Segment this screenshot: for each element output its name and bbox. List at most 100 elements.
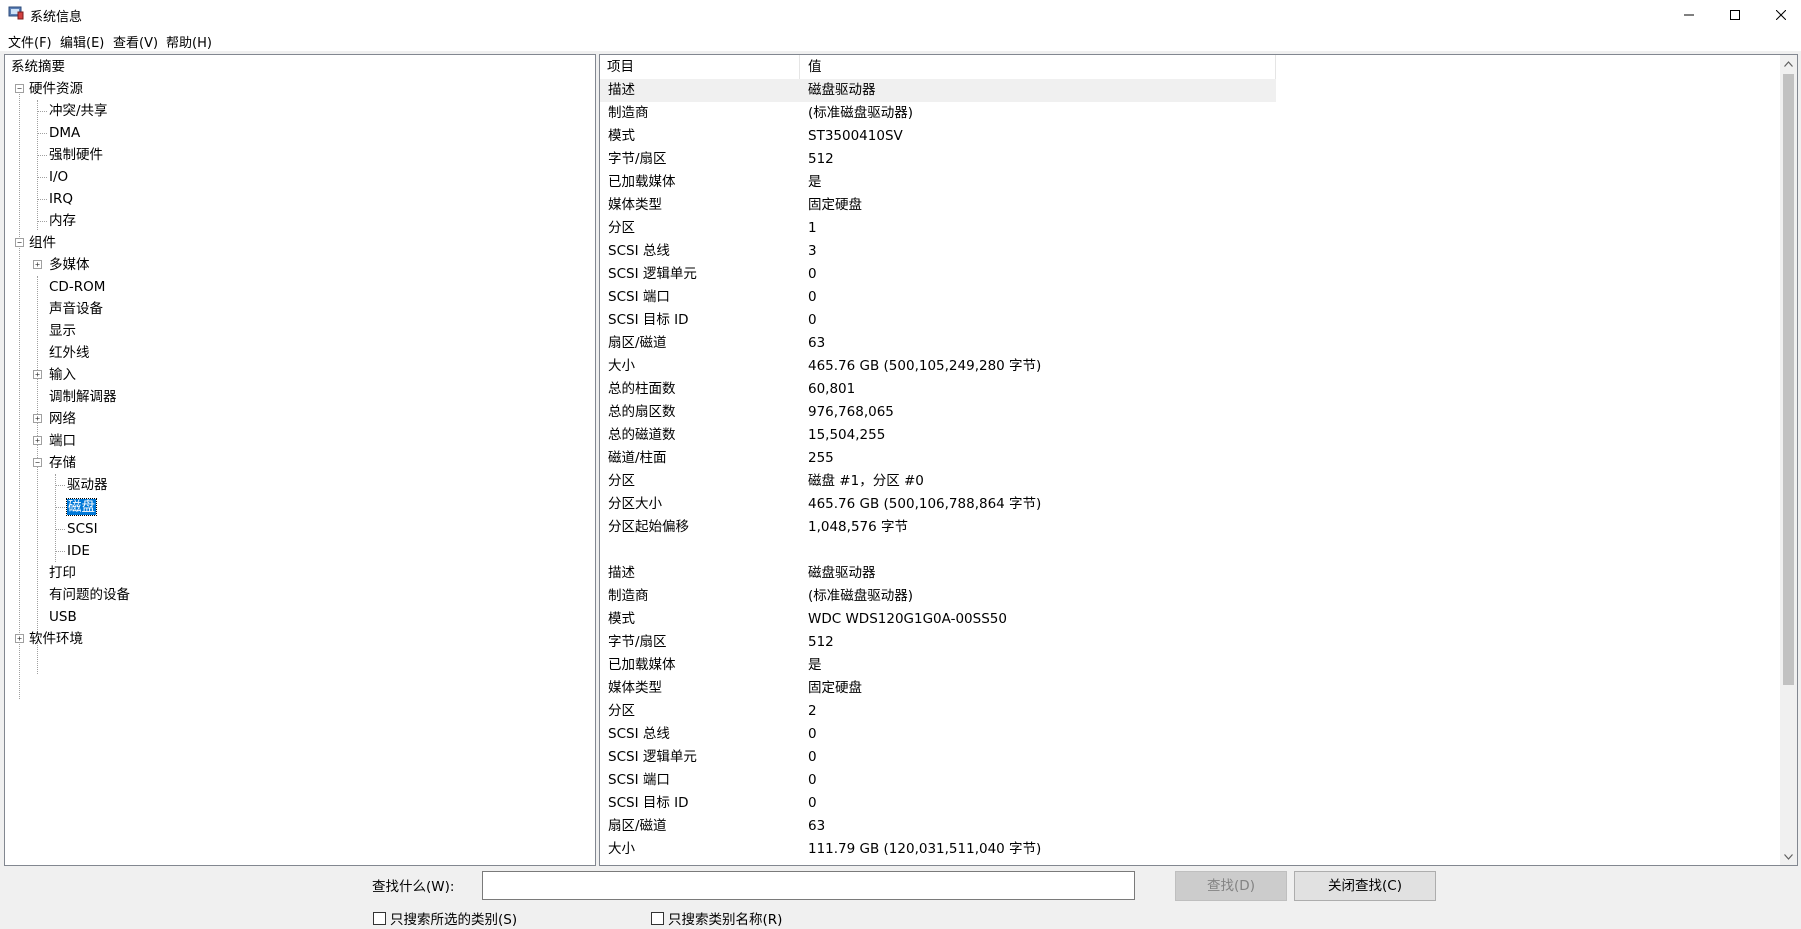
- menu-edit[interactable]: 编辑(E): [60, 32, 104, 51]
- table-row[interactable]: 字节/扇区 512: [600, 631, 1276, 654]
- vertical-scrollbar[interactable]: [1780, 55, 1797, 865]
- table-row[interactable]: 分区 磁盘 #1，分区 #0: [600, 470, 1276, 493]
- table-row[interactable]: SCSI 端口 0: [600, 286, 1276, 309]
- tree-item-display[interactable]: 显示: [49, 321, 76, 341]
- table-row[interactable]: SCSI 逻辑单元 0: [600, 263, 1276, 286]
- table-row[interactable]: 分区大小 465.76 GB (500,106,788,864 字节): [600, 493, 1276, 516]
- collapse-icon[interactable]: −: [15, 238, 24, 247]
- tree-item-summary[interactable]: 系统摘要: [11, 57, 65, 77]
- table-row[interactable]: SCSI 目标 ID 0: [600, 309, 1276, 332]
- close-find-button[interactable]: 关闭查找(C): [1294, 871, 1436, 901]
- table-row[interactable]: 分区 1: [600, 217, 1276, 240]
- collapse-icon[interactable]: −: [15, 84, 24, 93]
- find-button[interactable]: 查找(D): [1175, 871, 1287, 901]
- tree-item-modem[interactable]: 调制解调器: [49, 387, 117, 407]
- table-row[interactable]: 已加载媒体 是: [600, 654, 1276, 677]
- table-row[interactable]: 模式 ST3500410SV: [600, 125, 1276, 148]
- tree-item-storage[interactable]: 存储: [49, 453, 76, 473]
- details-list[interactable]: 项目 值 描述 磁盘驱动器 制造商 (标准磁盘驱动器) 模式 ST3500410SV 字节/…: [599, 54, 1798, 866]
- expand-icon[interactable]: +: [33, 260, 42, 269]
- tree-item-ide[interactable]: IDE: [67, 541, 90, 561]
- tree-item-network[interactable]: 网络: [49, 409, 76, 429]
- collapse-icon[interactable]: −: [33, 458, 42, 467]
- table-row[interactable]: SCSI 端口 0: [600, 769, 1276, 792]
- tree-line: [37, 177, 47, 178]
- table-row[interactable]: 模式 WDC WDS120G1G0A-00SS50: [600, 608, 1276, 631]
- scroll-down-button[interactable]: [1780, 848, 1797, 865]
- table-row[interactable]: 描述 磁盘驱动器: [600, 79, 1276, 102]
- table-row[interactable]: 制造商 (标准磁盘驱动器): [600, 102, 1276, 125]
- table-row[interactable]: 分区起始偏移 1,048,576 字节: [600, 516, 1276, 539]
- tree-item-infrared[interactable]: 红外线: [49, 343, 90, 363]
- tree-line: [55, 485, 65, 486]
- tree-item-io[interactable]: I/O: [49, 167, 68, 187]
- table-row[interactable]: SCSI 逻辑单元 0: [600, 746, 1276, 769]
- row-value: (标准磁盘驱动器): [808, 105, 914, 121]
- category-tree[interactable]: 系统摘要 − 硬件资源 冲突/共享 DMA 强制硬件 I/O IRQ 内存 − …: [4, 54, 596, 866]
- checkbox-box[interactable]: [373, 911, 386, 925]
- tree-item-conflicts[interactable]: 冲突/共享: [49, 101, 108, 121]
- row-value: 512: [808, 634, 834, 650]
- tree-item-printing[interactable]: 打印: [49, 563, 76, 583]
- scroll-up-button[interactable]: [1780, 55, 1797, 72]
- expand-icon[interactable]: +: [33, 436, 42, 445]
- table-row[interactable]: 已加载媒体 是: [600, 171, 1276, 194]
- table-row[interactable]: 描述 磁盘驱动器: [600, 562, 1276, 585]
- tree-item-drives[interactable]: 驱动器: [67, 475, 108, 495]
- scrollbar-thumb[interactable]: [1783, 74, 1794, 685]
- tree-item-irq[interactable]: IRQ: [49, 189, 73, 209]
- menu-file[interactable]: 文件(F): [8, 32, 52, 51]
- menu-view[interactable]: 查看(V): [113, 32, 158, 51]
- table-row[interactable]: SCSI 总线 0: [600, 723, 1276, 746]
- tree-item-dma[interactable]: DMA: [49, 123, 80, 143]
- table-row[interactable]: 总的磁道数 15,504,255: [600, 424, 1276, 447]
- tree-item-sound[interactable]: 声音设备: [49, 299, 103, 319]
- table-row[interactable]: 大小 111.79 GB (120,031,511,040 字节): [600, 838, 1276, 861]
- checkbox-box[interactable]: [651, 911, 664, 925]
- table-row[interactable]: 总的扇区数 976,768,065: [600, 401, 1276, 424]
- tree-item-memory[interactable]: 内存: [49, 211, 76, 231]
- tree-item-scsi[interactable]: SCSI: [67, 519, 98, 539]
- table-row[interactable]: 字节/扇区 512: [600, 148, 1276, 171]
- minimize-button[interactable]: [1666, 0, 1712, 29]
- table-row[interactable]: 媒体类型 固定硬盘: [600, 677, 1276, 700]
- tree-item-cdrom[interactable]: CD-ROM: [49, 277, 105, 297]
- table-row[interactable]: SCSI 目标 ID 0: [600, 792, 1276, 815]
- tree-item-label: 存储: [49, 455, 76, 471]
- tree-item-usb[interactable]: USB: [49, 607, 77, 627]
- column-header-item[interactable]: 项目: [600, 55, 800, 79]
- expand-icon[interactable]: +: [33, 414, 42, 423]
- tree-item-label: 驱动器: [67, 477, 108, 493]
- tree-item-label: 软件环境: [29, 631, 83, 647]
- tree-item-software[interactable]: 软件环境: [29, 629, 83, 649]
- table-row[interactable]: 制造商 (标准磁盘驱动器): [600, 585, 1276, 608]
- search-selected-category-checkbox[interactable]: 只搜索所选的类别(S): [373, 908, 517, 928]
- tree-item-problem-devices[interactable]: 有问题的设备: [49, 585, 130, 605]
- table-row[interactable]: 分区 2: [600, 700, 1276, 723]
- table-row[interactable]: 大小 465.76 GB (500,105,249,280 字节): [600, 355, 1276, 378]
- menu-help[interactable]: 帮助(H): [166, 32, 212, 51]
- table-row[interactable]: 磁道/柱面 255: [600, 447, 1276, 470]
- table-row[interactable]: 总的柱面数 60,801: [600, 378, 1276, 401]
- tree-item-multimedia[interactable]: 多媒体: [49, 255, 90, 275]
- expand-icon[interactable]: +: [33, 370, 42, 379]
- expand-icon[interactable]: +: [15, 634, 24, 643]
- table-row[interactable]: [600, 539, 1276, 562]
- table-row[interactable]: SCSI 总线 3: [600, 240, 1276, 263]
- maximize-button[interactable]: [1712, 0, 1758, 29]
- tree-item-disks[interactable]: 磁盘: [66, 497, 97, 517]
- tree-item-forced-hardware[interactable]: 强制硬件: [49, 145, 103, 165]
- column-header-value[interactable]: 值: [801, 55, 1276, 79]
- table-row[interactable]: 扇区/磁道 63: [600, 815, 1276, 838]
- tree-item-input[interactable]: 输入: [49, 365, 76, 385]
- tree-item-components[interactable]: 组件: [29, 233, 56, 253]
- search-category-names-checkbox[interactable]: 只搜索类别名称(R): [651, 908, 782, 928]
- tree-item-ports[interactable]: 端口: [49, 431, 76, 451]
- table-row[interactable]: 扇区/磁道 63: [600, 332, 1276, 355]
- find-input[interactable]: [482, 871, 1135, 900]
- table-row[interactable]: 媒体类型 固定硬盘: [600, 194, 1276, 217]
- close-window-button[interactable]: [1758, 0, 1801, 29]
- row-item: 总的扇区数: [608, 404, 676, 420]
- row-item: SCSI 总线: [608, 243, 670, 259]
- tree-item-hardware[interactable]: 硬件资源: [29, 79, 83, 99]
